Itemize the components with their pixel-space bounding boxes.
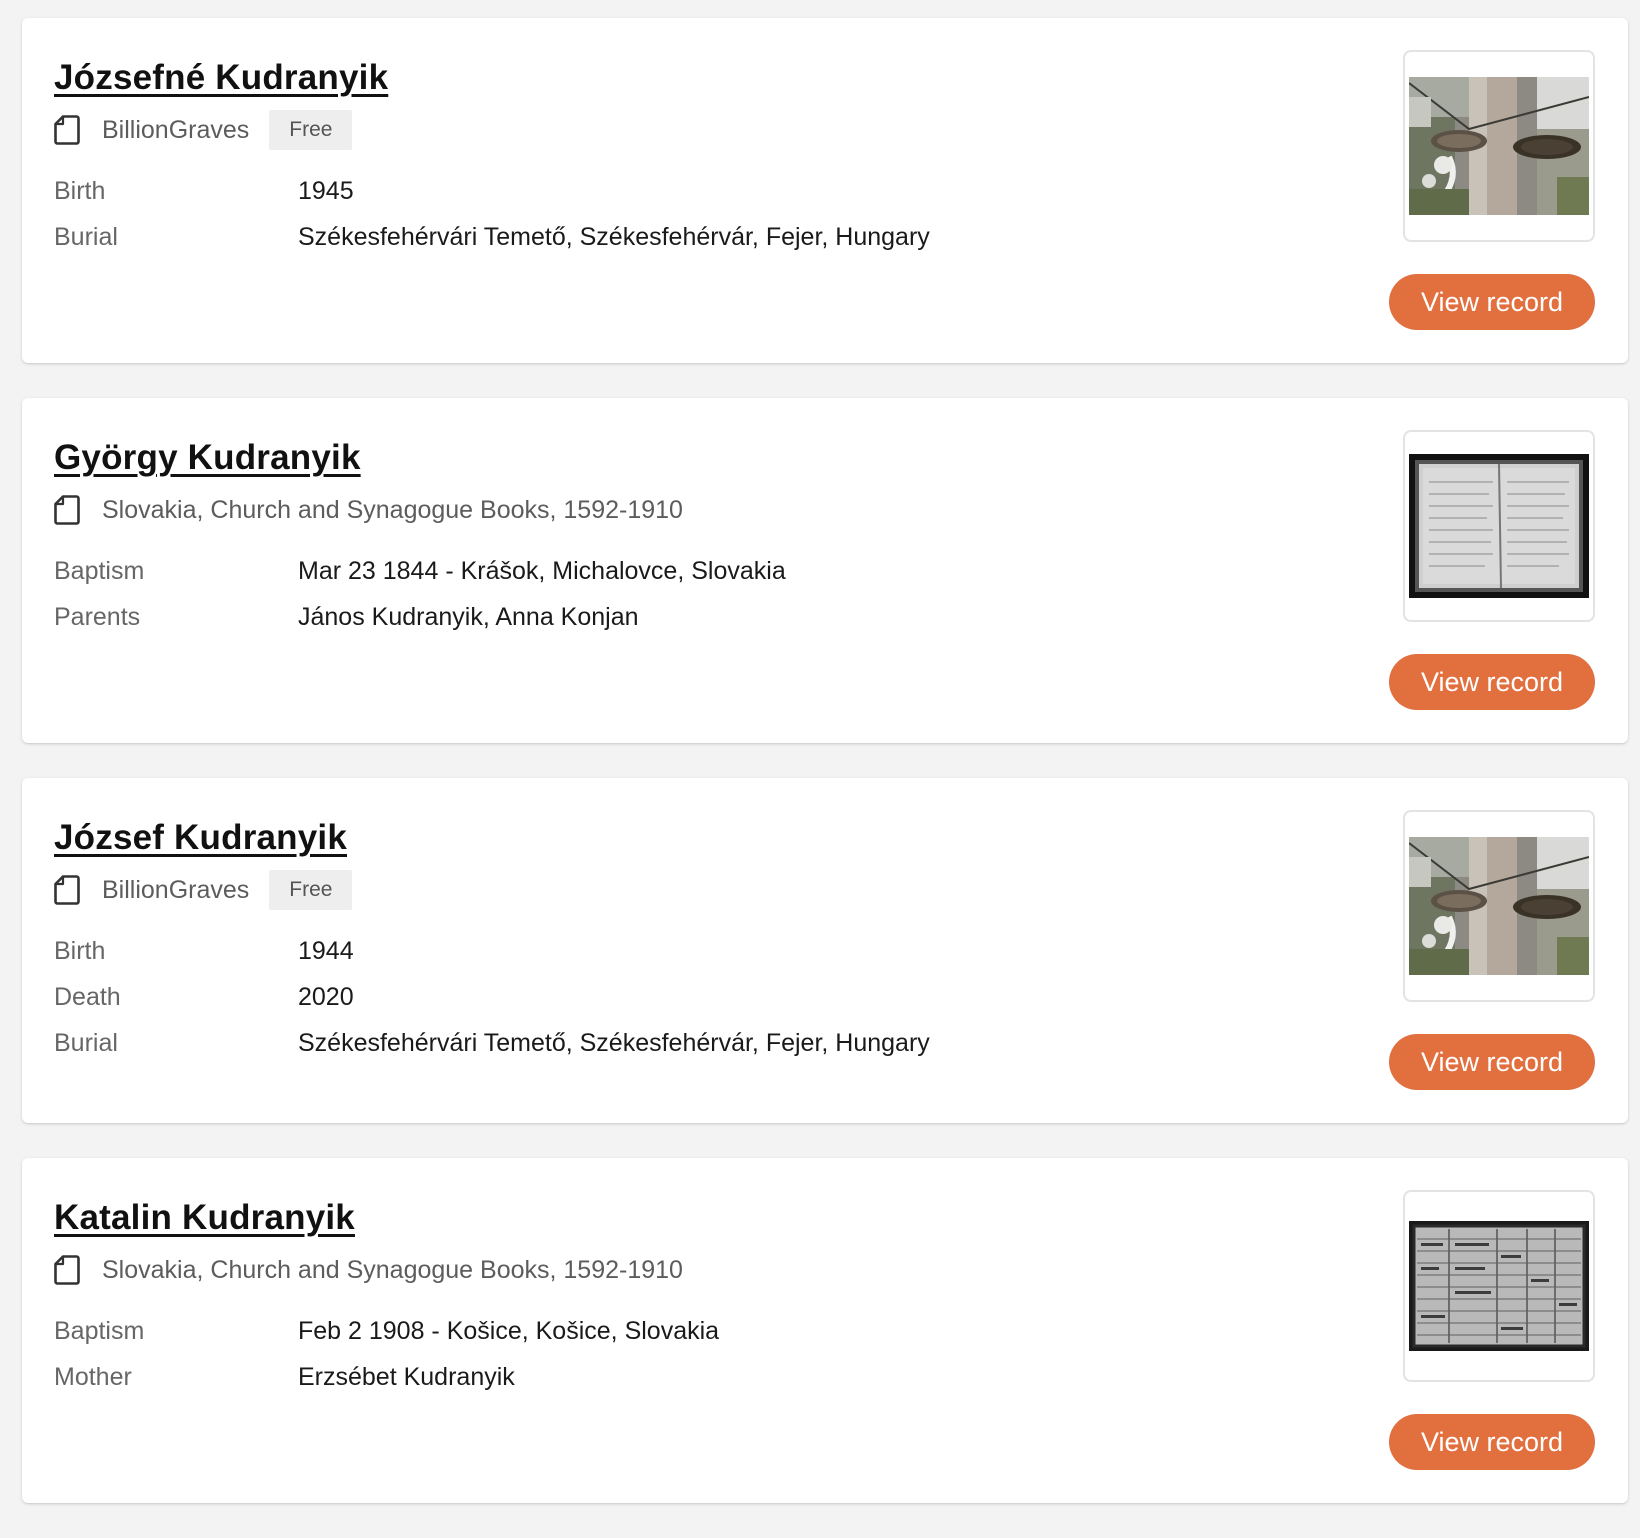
free-badge: Free <box>269 110 353 150</box>
record-facts: Baptism Mar 23 1844 - Krášok, Michalovce,… <box>54 548 1294 640</box>
fact-row: Baptism Mar 23 1844 - Krášok, Michalovce,… <box>54 548 1294 594</box>
fact-row: Mother Erzsébet Kudranyik <box>54 1354 1294 1400</box>
fact-value: Feb 2 1908 - Košice, Košice, Slovakia <box>298 1316 720 1345</box>
record-facts: Birth 1944 Death 2020 Burial Székesfehérvári … <box>54 928 1294 1066</box>
fact-row: Birth 1944 <box>54 928 1294 974</box>
fact-row: Burial Székesfehérvári Temető, Székesfehé… <box>54 214 1294 260</box>
record-source: BillionGraves Free <box>54 110 353 150</box>
record-thumbnail[interactable] <box>1403 430 1595 622</box>
fact-label: Birth <box>54 176 106 205</box>
view-record-button[interactable]: View record <box>1389 274 1595 330</box>
record-name-link[interactable]: Józsefné Kudranyik <box>54 58 388 98</box>
record-facts: Baptism Feb 2 1908 - Košice, Košice, Slov… <box>54 1308 1294 1400</box>
gravestone-photo <box>1409 77 1589 215</box>
fact-label: Burial <box>54 1028 118 1057</box>
fact-value: 2020 <box>298 982 354 1011</box>
source-name: BillionGraves <box>102 875 250 904</box>
fact-row: Death 2020 <box>54 974 1294 1020</box>
fact-label: Parents <box>54 602 141 631</box>
view-record-button[interactable]: View record <box>1389 654 1595 710</box>
free-badge: Free <box>269 870 353 910</box>
fact-row: Parents János Kudranyik, Anna Konjan <box>54 594 1294 640</box>
fact-value: Székesfehérvári Temető, Székesfehérvár, … <box>298 1028 930 1057</box>
fact-value: 1945 <box>298 176 354 205</box>
record-facts: Birth 1945 Burial Székesfehérvári Temető, S… <box>54 168 1294 260</box>
fact-label: Baptism <box>54 1316 145 1345</box>
record-card: Józsefné Kudranyik BillionGraves Free Birth… <box>22 18 1628 363</box>
fact-label: Death <box>54 982 121 1011</box>
fact-value: János Kudranyik, Anna Konjan <box>298 602 639 631</box>
search-results-list: Józsefné Kudranyik BillionGraves Free Birth… <box>22 18 1628 1538</box>
record-thumbnail[interactable] <box>1403 1190 1595 1382</box>
document-icon <box>54 875 80 905</box>
document-icon <box>54 495 80 525</box>
record-thumbnail[interactable] <box>1403 810 1595 1002</box>
fact-row: Burial Székesfehérvári Temető, Székesfehé… <box>54 1020 1294 1066</box>
fact-label: Birth <box>54 936 106 965</box>
record-source: Slovakia, Church and Synagogue Books, 15… <box>54 1250 683 1290</box>
fact-value: Székesfehérvári Temető, Székesfehérvár, … <box>298 222 930 251</box>
gravestone-photo <box>1409 837 1589 975</box>
fact-row: Baptism Feb 2 1908 - Košice, Košice, Slov… <box>54 1308 1294 1354</box>
fact-value: Erzsébet Kudranyik <box>298 1362 515 1391</box>
record-source: BillionGraves Free <box>54 870 353 910</box>
fact-row: Birth 1945 <box>54 168 1294 214</box>
fact-value: Mar 23 1844 - Krášok, Michalovce, Slovak… <box>298 556 786 585</box>
church-book-scan <box>1409 454 1589 598</box>
source-name: Slovakia, Church and Synagogue Books, 15… <box>102 495 683 524</box>
fact-label: Burial <box>54 222 118 251</box>
record-name-link[interactable]: József Kudranyik <box>54 818 347 858</box>
document-icon <box>54 1255 80 1285</box>
record-source: Slovakia, Church and Synagogue Books, 15… <box>54 490 683 530</box>
record-card: József Kudranyik BillionGraves Free Birth 19… <box>22 778 1628 1123</box>
record-name-link[interactable]: György Kudranyik <box>54 438 361 478</box>
view-record-button[interactable]: View record <box>1389 1034 1595 1090</box>
view-record-button[interactable]: View record <box>1389 1414 1595 1470</box>
record-name-link[interactable]: Katalin Kudranyik <box>54 1198 355 1238</box>
fact-value: 1944 <box>298 936 354 965</box>
source-name: BillionGraves <box>102 115 250 144</box>
fact-label: Baptism <box>54 556 145 585</box>
fact-label: Mother <box>54 1362 132 1391</box>
record-thumbnail[interactable] <box>1403 50 1595 242</box>
record-card: György Kudranyik Slovakia, Church and Syn… <box>22 398 1628 743</box>
record-card: Katalin Kudranyik Slovakia, Church and Sy… <box>22 1158 1628 1503</box>
source-name: Slovakia, Church and Synagogue Books, 15… <box>102 1255 683 1284</box>
register-page-scan <box>1409 1221 1589 1351</box>
document-icon <box>54 115 80 145</box>
